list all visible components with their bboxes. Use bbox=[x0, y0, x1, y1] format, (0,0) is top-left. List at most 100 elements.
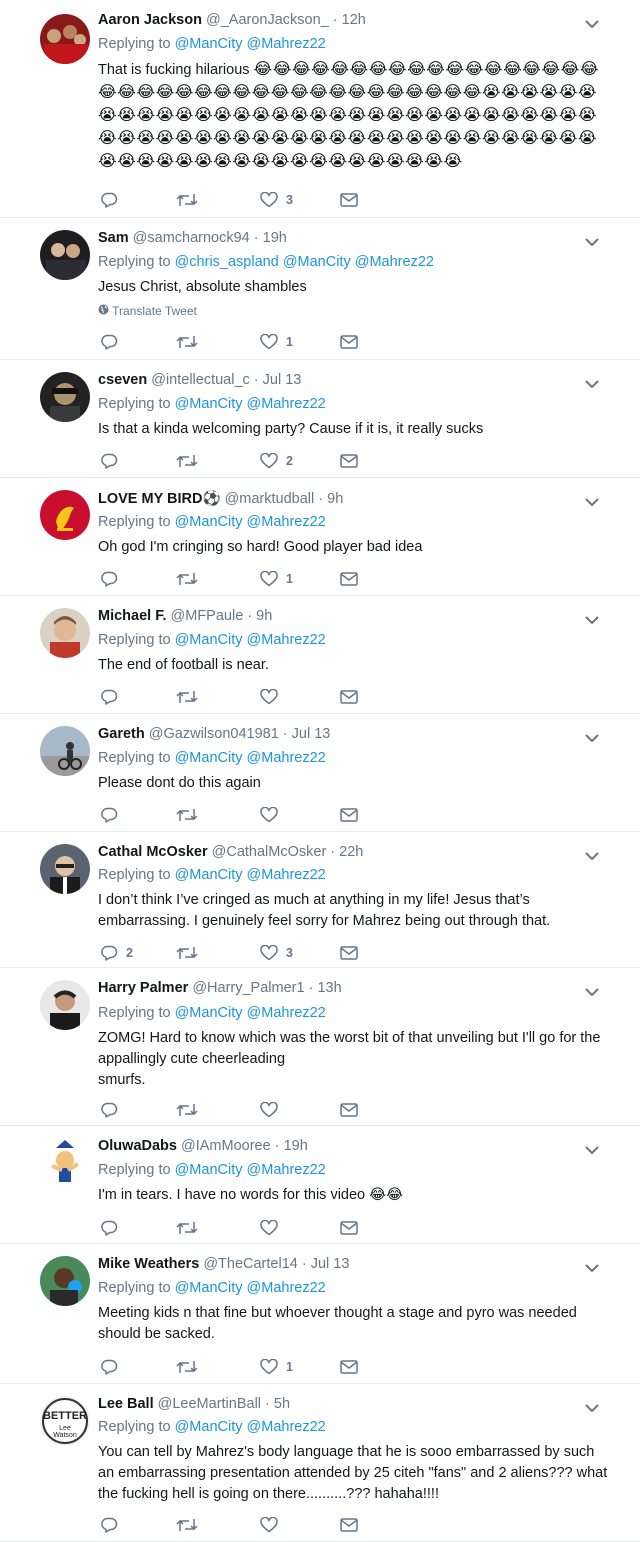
mention-link[interactable]: @ManCity bbox=[175, 1005, 243, 1021]
mention-link[interactable]: @Mahrez22 bbox=[247, 36, 326, 52]
chevron-down-icon[interactable] bbox=[584, 848, 602, 861]
chevron-down-icon[interactable] bbox=[584, 1260, 602, 1273]
reply-button[interactable] bbox=[100, 1218, 126, 1238]
direct-message-button[interactable] bbox=[340, 943, 358, 963]
mention-link[interactable]: @Mahrez22 bbox=[247, 750, 326, 766]
avatar[interactable] bbox=[40, 726, 90, 776]
reply-button[interactable] bbox=[100, 1357, 126, 1377]
mention-link[interactable]: @ManCity bbox=[283, 254, 351, 270]
retweet-button[interactable] bbox=[176, 1218, 206, 1238]
timestamp[interactable]: 9h bbox=[327, 491, 343, 507]
display-name[interactable]: Aaron Jackson bbox=[98, 12, 202, 28]
mention-link[interactable]: @Mahrez22 bbox=[247, 396, 326, 412]
direct-message-button[interactable] bbox=[340, 1100, 358, 1120]
mention-link[interactable]: @ManCity bbox=[175, 396, 243, 412]
mention-link[interactable]: @ManCity bbox=[175, 867, 243, 883]
mention-link[interactable]: @Mahrez22 bbox=[247, 1419, 326, 1435]
translate-tweet-link[interactable]: Translate Tweet bbox=[98, 304, 197, 318]
timestamp[interactable]: Jul 13 bbox=[292, 726, 331, 742]
avatar[interactable] bbox=[40, 1138, 90, 1188]
mention-link[interactable]: @ManCity bbox=[175, 514, 243, 530]
timestamp[interactable]: 12h bbox=[342, 12, 366, 28]
avatar[interactable] bbox=[40, 14, 90, 64]
retweet-button[interactable] bbox=[176, 569, 206, 589]
mention-link[interactable]: @ManCity bbox=[175, 1419, 243, 1435]
reply-button[interactable] bbox=[100, 1515, 126, 1535]
tweet-reply[interactable]: Michael F. @MFPaule · 9h Replying to @Man… bbox=[0, 596, 640, 714]
display-name[interactable]: Cathal McOsker bbox=[98, 844, 208, 860]
avatar[interactable] bbox=[40, 490, 90, 540]
avatar[interactable] bbox=[40, 1256, 90, 1306]
translate-label[interactable]: Translate Tweet bbox=[112, 304, 197, 318]
retweet-button[interactable] bbox=[176, 451, 206, 471]
tweet-reply[interactable]: Harry Palmer @Harry_Palmer1 · 13h Replyin… bbox=[0, 968, 640, 1126]
mention-link[interactable]: @Mahrez22 bbox=[247, 1280, 326, 1296]
avatar[interactable] bbox=[40, 608, 90, 658]
chevron-down-icon[interactable] bbox=[584, 1142, 602, 1155]
retweet-button[interactable] bbox=[176, 805, 206, 825]
mention-link[interactable]: @ManCity bbox=[175, 36, 243, 52]
user-handle[interactable]: @marktudball bbox=[225, 491, 315, 507]
display-name[interactable]: Gareth bbox=[98, 726, 145, 742]
like-button[interactable] bbox=[260, 1100, 286, 1120]
chevron-down-icon[interactable] bbox=[584, 376, 602, 389]
reply-button[interactable] bbox=[100, 1100, 126, 1120]
mention-link[interactable]: @ManCity bbox=[175, 632, 243, 648]
avatar[interactable] bbox=[40, 230, 90, 280]
avatar[interactable] bbox=[40, 980, 90, 1030]
mention-link[interactable]: @Mahrez22 bbox=[247, 632, 326, 648]
user-handle[interactable]: @MFPaule bbox=[171, 608, 244, 624]
reply-button[interactable]: 2 bbox=[100, 943, 133, 963]
tweet-reply[interactable]: cseven @intellectual_c · Jul 13 Replying … bbox=[0, 360, 640, 478]
user-handle[interactable]: @CathalMcOsker bbox=[212, 844, 327, 860]
mention-link[interactable]: @ManCity bbox=[175, 1162, 243, 1178]
timestamp[interactable]: Jul 13 bbox=[263, 372, 302, 388]
user-handle[interactable]: @Harry_Palmer1 bbox=[192, 980, 304, 996]
user-handle[interactable]: @IAmMooree bbox=[181, 1138, 271, 1154]
like-button[interactable] bbox=[260, 805, 286, 825]
timestamp[interactable]: 5h bbox=[274, 1396, 290, 1412]
mention-link[interactable]: @Mahrez22 bbox=[355, 254, 434, 270]
direct-message-button[interactable] bbox=[340, 1515, 358, 1535]
like-button[interactable] bbox=[260, 1515, 286, 1535]
display-name[interactable]: OluwaDabs bbox=[98, 1138, 177, 1154]
tweet-reply[interactable]: Mike Weathers @TheCartel14 · Jul 13 Reply… bbox=[0, 1244, 640, 1384]
reply-button[interactable] bbox=[100, 451, 126, 471]
retweet-button[interactable] bbox=[176, 190, 206, 210]
like-button[interactable] bbox=[260, 1218, 286, 1238]
like-button[interactable]: 2 bbox=[260, 451, 293, 471]
avatar[interactable] bbox=[40, 844, 90, 894]
timestamp[interactable]: 9h bbox=[256, 608, 272, 624]
tweet-reply[interactable]: Cathal McOsker @CathalMcOsker · 22h Reply… bbox=[0, 832, 640, 968]
mention-link[interactable]: @ManCity bbox=[175, 750, 243, 766]
display-name[interactable]: Harry Palmer bbox=[98, 980, 188, 996]
chevron-down-icon[interactable] bbox=[584, 16, 602, 29]
tweet-reply[interactable]: LOVE MY BIRD⚽ @marktudball · 9h Replying … bbox=[0, 478, 640, 596]
direct-message-button[interactable] bbox=[340, 1357, 358, 1377]
tweet-reply[interactable]: Aaron Jackson @_AaronJackson_ · 12h Reply… bbox=[0, 0, 640, 218]
mention-link[interactable]: @ManCity bbox=[175, 1280, 243, 1296]
retweet-button[interactable] bbox=[176, 332, 206, 352]
tweet-reply[interactable]: Gareth @Gazwilson041981 · Jul 13 Replying… bbox=[0, 714, 640, 832]
mention-link[interactable]: @chris_aspland bbox=[175, 254, 279, 270]
user-handle[interactable]: @LeeMartinBall bbox=[158, 1396, 261, 1412]
direct-message-button[interactable] bbox=[340, 687, 358, 707]
reply-button[interactable] bbox=[100, 332, 126, 352]
reply-button[interactable] bbox=[100, 805, 126, 825]
mention-link[interactable]: @Mahrez22 bbox=[247, 1005, 326, 1021]
chevron-down-icon[interactable] bbox=[584, 494, 602, 507]
direct-message-button[interactable] bbox=[340, 569, 358, 589]
tweet-reply[interactable]: BETTER Lee Watson Lee Ball @LeeMartinBall ·… bbox=[0, 1384, 640, 1542]
avatar[interactable]: BETTER Lee Watson bbox=[40, 1396, 90, 1446]
like-button[interactable] bbox=[260, 687, 286, 707]
reply-button[interactable] bbox=[100, 687, 126, 707]
retweet-button[interactable] bbox=[176, 1100, 206, 1120]
direct-message-button[interactable] bbox=[340, 451, 358, 471]
retweet-button[interactable] bbox=[176, 687, 206, 707]
chevron-down-icon[interactable] bbox=[584, 730, 602, 743]
display-name[interactable]: Mike Weathers bbox=[98, 1256, 199, 1272]
user-handle[interactable]: @samcharnock94 bbox=[133, 230, 250, 246]
direct-message-button[interactable] bbox=[340, 332, 358, 352]
user-handle[interactable]: @TheCartel14 bbox=[203, 1256, 298, 1272]
display-name[interactable]: Lee Ball bbox=[98, 1396, 154, 1412]
